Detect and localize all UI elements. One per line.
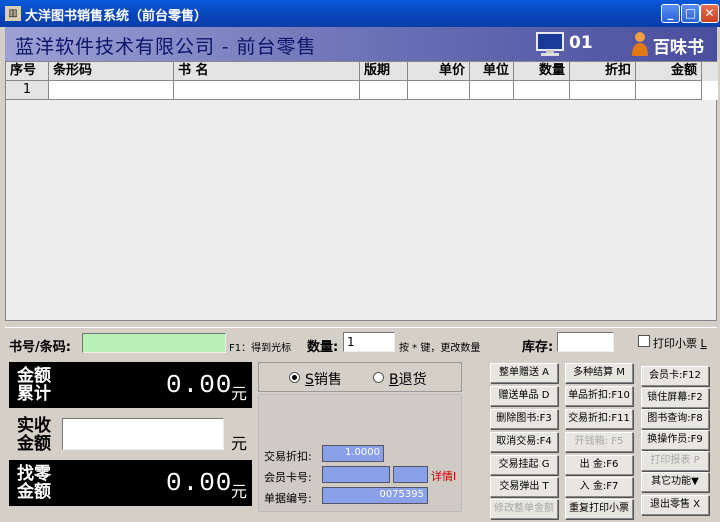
sale-radio[interactable] (289, 372, 300, 383)
print-receipt-checkbox[interactable] (638, 335, 650, 347)
unit-label: 元 (231, 482, 248, 501)
qty-hint: 按 * 键，更改数量 (399, 343, 481, 354)
sale-radio-label[interactable]: S销售 (305, 369, 342, 389)
unit-label: 元 (231, 384, 248, 403)
cell-amount[interactable] (636, 81, 702, 100)
suspend-transaction-button[interactable]: 交易挂起 G (490, 455, 558, 475)
close-button[interactable]: ✕ (700, 4, 719, 23)
header-banner: 蓝洋软件技术有限公司 - 前台零售 01 百味书 (5, 27, 717, 61)
table-row[interactable]: 1 (6, 81, 718, 100)
terminal-number: 01 (569, 33, 593, 53)
member-card-button[interactable]: 会员卡:F12 (641, 366, 709, 386)
exit-retail-button[interactable]: 退出零售 X (641, 495, 709, 515)
monitor-icon (536, 32, 564, 56)
paid-label: 实收 金额 (17, 416, 51, 454)
transaction-info-panel: 交易折扣: 1.0000 会员卡号: 详情I 单据编号: 0075395 (258, 394, 462, 512)
qty-label: 数量: (307, 340, 339, 355)
sales-grid[interactable]: 序号 条形码 书 名 版期 单价 单位 数量 折扣 金额 1 (5, 61, 718, 321)
paid-amount-input[interactable] (62, 418, 224, 450)
barcode-hint: F1：得到光标 (229, 343, 292, 354)
transaction-discount-button[interactable]: 交易折扣:F11 (565, 409, 633, 429)
doc-number-label: 单据编号: (264, 492, 312, 505)
cancel-transaction-button[interactable]: 取消交易:F4 (490, 432, 558, 452)
multi-payment-button[interactable]: 多种结算 M (565, 363, 633, 383)
stock-label: 库存: (522, 340, 554, 355)
member-label: 会员卡号: (264, 471, 312, 484)
col-header[interactable]: 序号 (6, 62, 49, 81)
col-header[interactable]: 书 名 (174, 62, 360, 81)
total-sum-panel: 金额 累计 0.00 元 (9, 362, 252, 408)
cell-unit[interactable] (470, 81, 514, 100)
member-detail-link[interactable]: 详情I (431, 468, 456, 484)
user-icon (632, 32, 648, 56)
paid-panel: 实收 金额 元 (9, 412, 252, 458)
col-header[interactable]: 数量 (514, 62, 570, 81)
member-card-input[interactable] (322, 466, 390, 483)
other-functions-button[interactable]: 其它功能▼ (641, 472, 709, 492)
barcode-input[interactable] (82, 333, 226, 353)
col-header[interactable]: 版期 (360, 62, 408, 81)
member-card-input-2[interactable] (393, 466, 428, 483)
gift-item-button[interactable]: 赠送单品 D (490, 386, 558, 406)
company-title: 蓝洋软件技术有限公司 - 前台零售 (15, 36, 317, 58)
row-number: 1 (6, 81, 49, 100)
book-search-button[interactable]: 图书查询:F8 (641, 409, 709, 429)
col-header[interactable]: 金额 (636, 62, 702, 81)
return-radio[interactable] (373, 372, 384, 383)
stock-input[interactable] (557, 332, 614, 352)
print-report-button[interactable]: 打印报表 P (641, 451, 709, 471)
maximize-button[interactable]: □ (681, 4, 700, 23)
window-title: 大洋图书销售系统（前台零售） (25, 9, 208, 24)
total-sum-value: 0.00 (166, 370, 233, 400)
switch-operator-button[interactable]: 换操作员:F9 (641, 430, 709, 450)
total-sum-label: 金额 累计 (17, 366, 51, 404)
barcode-label: 书号/条码: (9, 340, 71, 355)
cell-qty[interactable] (514, 81, 570, 100)
cash-in-button[interactable]: 入 金:F7 (565, 477, 633, 497)
input-bar: 书号/条码: F1：得到光标 数量: 1 按 * 键，更改数量 库存: 打印小票… (5, 327, 717, 357)
cell-barcode[interactable] (49, 81, 174, 100)
open-cash-drawer-button[interactable]: 开钱箱: F5 (565, 432, 633, 452)
gift-order-button[interactable]: 整单赠送 A (490, 363, 558, 383)
item-discount-button[interactable]: 单品折扣:F10 (565, 386, 633, 406)
delete-book-button[interactable]: 删除图书:F3 (490, 409, 558, 429)
col-header[interactable]: 折扣 (570, 62, 636, 81)
col-header[interactable]: 单价 (408, 62, 470, 81)
col-header[interactable]: 单位 (470, 62, 514, 81)
discount-input[interactable]: 1.0000 (322, 445, 384, 462)
cashier-name: 百味书 (653, 38, 704, 58)
lock-screen-button[interactable]: 锁住屏幕:F2 (641, 388, 709, 408)
modify-total-button[interactable]: 修改整单金额 (490, 499, 558, 519)
print-receipt-label: 打印小票 L (653, 337, 707, 350)
resume-transaction-button[interactable]: 交易弹出 T (490, 477, 558, 497)
change-panel: 找零 金额 0.00 元 (9, 460, 252, 506)
cell-price[interactable] (408, 81, 470, 100)
return-radio-label[interactable]: B退货 (389, 369, 427, 389)
cell-edition[interactable] (360, 81, 408, 100)
cell-title[interactable] (174, 81, 360, 100)
book-stack-icon: ▥ (5, 6, 21, 21)
cell-discount[interactable] (570, 81, 636, 100)
grid-header: 序号 条形码 书 名 版期 单价 单位 数量 折扣 金额 (6, 62, 718, 81)
doc-number-input[interactable]: 0075395 (322, 487, 428, 504)
minimize-button[interactable]: _ (661, 4, 680, 23)
col-header[interactable]: 条形码 (49, 62, 174, 81)
unit-label: 元 (231, 434, 248, 453)
title-bar[interactable]: ▥ 大洋图书销售系统（前台零售） _ □ ✕ (0, 0, 720, 27)
change-value: 0.00 (166, 468, 233, 498)
mode-radio-group: S销售 B退货 (258, 362, 462, 392)
cash-out-button[interactable]: 出 金:F6 (565, 455, 633, 475)
qty-input[interactable]: 1 (343, 332, 395, 352)
reprint-receipt-button[interactable]: 重复打印小票 (565, 499, 633, 519)
change-label: 找零 金额 (17, 464, 51, 502)
discount-label: 交易折扣: (264, 450, 312, 463)
